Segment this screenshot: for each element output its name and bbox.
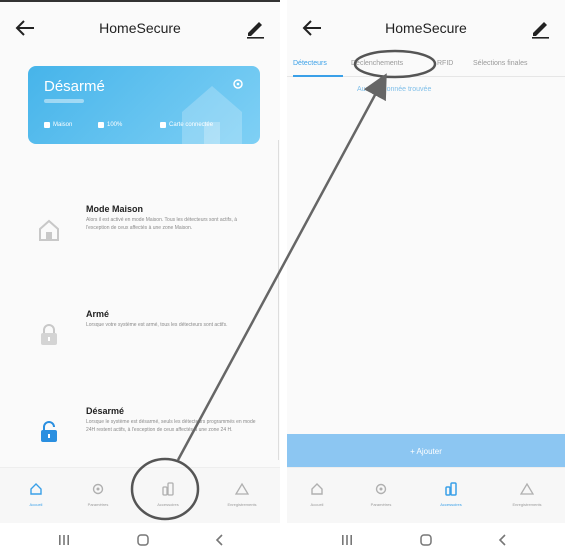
settings-icon (375, 483, 387, 495)
mode-description: Lorsque le système est désarmé, seuls le… (86, 419, 256, 433)
mode-home[interactable]: Mode Maison Alors il est activé en mode … (26, 204, 260, 264)
warning-icon (520, 482, 534, 495)
card-info-label: 100% (107, 122, 123, 128)
bottom-navigation: Accueil Paramètres Accessoires Enregistr… (287, 467, 565, 523)
right-screen: HomeSecure Détecteurs Déclenchements RFI… (287, 0, 565, 557)
app-title: HomeSecure (385, 20, 467, 36)
home-button-icon[interactable] (418, 532, 434, 548)
add-button[interactable]: + Ajouter (287, 434, 565, 469)
settings-icon (92, 483, 104, 495)
recent-apps-icon[interactable] (339, 532, 355, 548)
nav-label: Accessoires (440, 502, 462, 507)
edit-pencil-icon[interactable] (529, 17, 551, 39)
card-info-label: Carte connectée (169, 122, 214, 128)
system-navigation-bar (287, 523, 565, 557)
nav-home[interactable]: Accueil (6, 482, 66, 507)
nav-label: Paramètres (87, 502, 109, 507)
mode-armed[interactable]: Armé Lorsque votre système est armé, tou… (26, 309, 260, 369)
nav-label: Enregistrements (512, 502, 542, 507)
system-navigation-bar (0, 523, 280, 557)
mode-description: Lorsque votre système est armé, tous les… (86, 322, 228, 328)
back-button-icon[interactable] (495, 532, 511, 548)
house-icon (39, 219, 59, 241)
nav-label: Paramètres (370, 502, 392, 507)
nav-label: Accueil (310, 502, 324, 507)
home-icon (30, 483, 42, 495)
nav-records[interactable]: Enregistrements (212, 482, 272, 507)
tab-rfid[interactable]: RFID (437, 60, 453, 67)
tab-triggers[interactable]: Déclenchements (351, 60, 403, 67)
home-button-icon[interactable] (135, 532, 151, 548)
home-icon (311, 483, 323, 495)
app-bar: HomeSecure (0, 8, 280, 48)
nav-accessories[interactable]: Accessoires (421, 482, 481, 507)
sim-card-icon (160, 122, 166, 128)
empty-state-message: Aucune donnée trouvée (357, 86, 432, 93)
card-info-card: Carte connectée (160, 122, 213, 128)
left-screen: HomeSecure Désarmé Maison 100% Carte con… (0, 0, 280, 557)
nav-label: Accueil (29, 502, 43, 507)
home-small-icon (44, 122, 50, 128)
card-info-home: Maison (44, 122, 72, 128)
mode-disarmed[interactable]: Désarmé Lorsque le système est désarmé, … (26, 406, 260, 466)
accessories-icon (162, 482, 174, 496)
tab-detectors[interactable]: Détecteurs (293, 60, 327, 67)
battery-icon (98, 122, 104, 128)
bottom-navigation: Accueil Paramètres Accessoires Enregistr… (0, 467, 280, 523)
card-info-battery: 100% (98, 122, 122, 128)
gear-icon[interactable] (232, 78, 244, 90)
lock-closed-icon (41, 324, 57, 345)
mode-description: Alors il est activé en mode Maison. Tous… (86, 217, 238, 231)
mode-title: Désarmé (86, 406, 125, 416)
back-button-icon[interactable] (212, 532, 228, 548)
nav-settings[interactable]: Paramètres (351, 482, 411, 507)
scroll-divider (278, 140, 279, 460)
recent-apps-icon[interactable] (56, 532, 72, 548)
card-info-label: Maison (53, 122, 73, 128)
nav-home[interactable]: Accueil (287, 482, 347, 507)
tab-final-selections[interactable]: Sélections finales (473, 60, 527, 67)
alarm-status-label: Désarmé (44, 78, 105, 95)
nav-accessories[interactable]: Accessoires (138, 482, 198, 507)
nav-label: Accessoires (157, 502, 179, 507)
accessories-icon (445, 482, 457, 496)
accessory-tabs: Détecteurs Déclenchements RFID Sélection… (287, 55, 565, 77)
app-title: HomeSecure (99, 20, 181, 36)
edit-pencil-icon[interactable] (244, 17, 266, 39)
top-edge-line (0, 0, 280, 2)
lock-open-icon (41, 421, 57, 442)
alarm-status-card[interactable]: Désarmé (28, 66, 260, 144)
mode-title: Mode Maison (86, 204, 144, 214)
nav-label: Enregistrements (227, 502, 257, 507)
status-subtext (44, 99, 84, 103)
active-tab-indicator (293, 75, 343, 77)
warning-icon (235, 482, 249, 495)
nav-settings[interactable]: Paramètres (68, 482, 128, 507)
nav-records[interactable]: Enregistrements (497, 482, 557, 507)
mode-title: Armé (86, 309, 110, 319)
app-bar: HomeSecure (287, 8, 565, 48)
